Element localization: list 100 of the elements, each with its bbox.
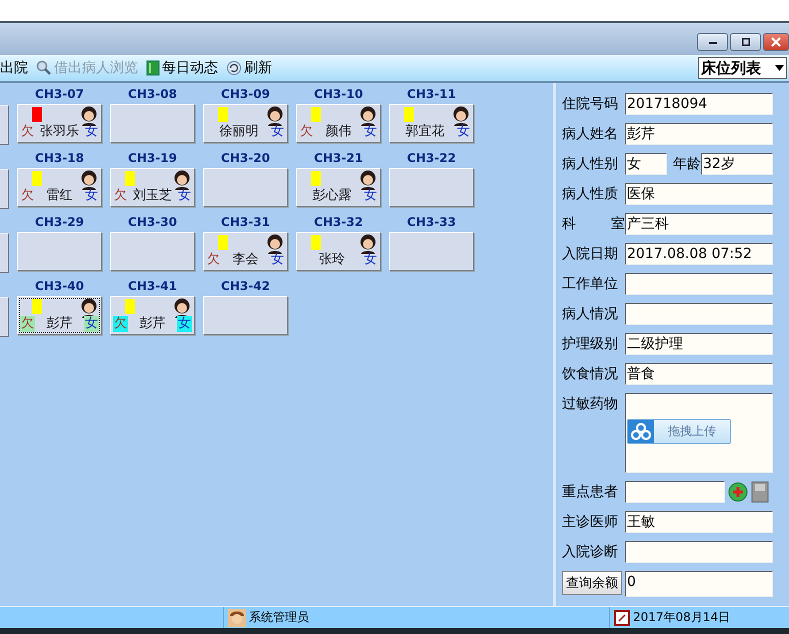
- toolbar-button[interactable]: 出院: [0, 59, 28, 77]
- bed-number: CH3-29: [35, 215, 84, 229]
- avatar-icon: [79, 170, 99, 190]
- input-field[interactable]: 普食: [625, 363, 773, 385]
- input-field[interactable]: 彭芹: [625, 123, 773, 145]
- input-field[interactable]: 王敏: [625, 511, 773, 533]
- sex-label: 女: [363, 124, 378, 140]
- owing-mark: 欠: [113, 316, 128, 332]
- bed-card[interactable]: 欠 李会 女: [203, 232, 288, 271]
- bed-number: CH3-10: [314, 87, 363, 101]
- bed-number: CH3-08: [128, 87, 177, 101]
- bed-card[interactable]: 徐丽明 女: [203, 104, 288, 143]
- toolbar-button[interactable]: 每日动态: [146, 59, 218, 77]
- bed-number: CH3-11: [407, 87, 456, 101]
- avatar-icon: [451, 106, 471, 126]
- bed-card[interactable]: 欠 彭芹 女: [110, 296, 195, 335]
- user-name: 系统管理员: [249, 609, 309, 626]
- maximize-button[interactable]: [730, 33, 761, 51]
- owing-mark: 欠: [20, 316, 35, 332]
- field-label: 住院号码: [562, 95, 619, 114]
- field-label: 病人姓名: [562, 125, 619, 144]
- bed-card[interactable]: 郭宜花 女: [389, 104, 474, 143]
- save-icon[interactable]: [751, 481, 769, 503]
- sex-label: 女: [84, 188, 99, 204]
- add-icon[interactable]: [728, 481, 748, 503]
- avatar-icon: [265, 234, 285, 254]
- sex-label: 女: [177, 188, 192, 204]
- cloud-icon: [628, 420, 654, 443]
- upload-button[interactable]: 拖拽上传: [627, 419, 731, 444]
- bed-number: CH3-19: [128, 151, 177, 165]
- bed-number: CH3-18: [35, 151, 84, 165]
- refresh-icon: [226, 60, 242, 76]
- input-field[interactable]: [625, 481, 725, 503]
- input-field[interactable]: 201718094: [625, 93, 773, 115]
- bed-card[interactable]: [0, 105, 9, 145]
- bed-number: CH3-40: [35, 279, 84, 293]
- input-field[interactable]: 医保: [625, 183, 773, 205]
- sex-label: 女: [177, 316, 192, 332]
- bed-card[interactable]: [0, 169, 9, 209]
- status-date: 2017年08月14日: [633, 609, 730, 626]
- input-field[interactable]: 2017.08.08 07:52: [625, 243, 773, 265]
- avatar-icon: [358, 170, 378, 190]
- bed-card[interactable]: [0, 297, 9, 337]
- query-balance-button[interactable]: 查询余额: [562, 571, 622, 595]
- patient-name: 郭宜花: [404, 124, 446, 140]
- bed-number: CH3-32: [314, 215, 363, 229]
- input-field[interactable]: 女: [625, 153, 667, 175]
- owing-mark: 欠: [206, 252, 221, 268]
- bed-number: CH3-42: [221, 279, 270, 293]
- field-label: 过敏药物: [562, 395, 619, 414]
- sex-label: 女: [270, 124, 285, 140]
- sex-label: 女: [84, 124, 99, 140]
- field-label: 病人情况: [562, 305, 619, 324]
- patient-name: 彭芹: [138, 316, 166, 332]
- bed-number: CH3-22: [407, 151, 456, 165]
- field-label: 护理级别: [562, 335, 619, 354]
- bed-card[interactable]: 欠 彭芹 女: [17, 296, 102, 335]
- minimize-icon: [708, 40, 716, 44]
- field-label: 入院日期: [562, 245, 619, 264]
- sex-label: 女: [270, 252, 285, 268]
- bed-card[interactable]: 张玲 女: [296, 232, 381, 271]
- bed-number: CH3-09: [221, 87, 270, 101]
- owing-mark: 欠: [20, 188, 35, 204]
- bed-number: CH3-30: [128, 215, 177, 229]
- bed-card[interactable]: 欠 颜伟 女: [296, 104, 381, 143]
- dropdown-arrow-icon: [775, 65, 784, 71]
- view-select[interactable]: 床位列表: [698, 57, 787, 79]
- input-field[interactable]: 产三科: [625, 213, 773, 235]
- input-field[interactable]: 二级护理: [625, 333, 773, 355]
- field-label: 主诊医师: [562, 513, 619, 532]
- input-field[interactable]: 0: [625, 571, 773, 597]
- field-label: 入院诊断: [562, 543, 619, 562]
- patient-name: 雷红: [46, 188, 74, 204]
- patient-name: 刘玉芝: [132, 188, 173, 204]
- bed-card[interactable]: 欠 雷红 女: [17, 168, 102, 207]
- bed-card[interactable]: [0, 233, 9, 273]
- bed-number: CH3-20: [221, 151, 270, 165]
- input-field[interactable]: [625, 303, 773, 325]
- close-button[interactable]: [763, 33, 789, 51]
- input-field[interactable]: [625, 541, 773, 563]
- input-field[interactable]: [625, 273, 773, 295]
- magnifier-icon: [36, 60, 52, 76]
- avatar-icon: [172, 170, 192, 190]
- sex-label: 女: [84, 316, 99, 332]
- input-field[interactable]: 拖拽上传: [625, 393, 773, 473]
- bed-card[interactable]: 欠 张羽乐 女: [17, 104, 102, 143]
- sex-label: 女: [456, 124, 471, 140]
- field-label: 病人性别: [562, 155, 619, 174]
- avatar-icon: [358, 234, 378, 254]
- patient-name: 李会: [232, 252, 260, 268]
- field-label: 重点患者: [562, 483, 619, 502]
- minimize-button[interactable]: [697, 33, 728, 51]
- bed-card[interactable]: 欠 刘玉芝 女: [110, 168, 195, 207]
- bed-card[interactable]: 彭心露 女: [296, 168, 381, 207]
- avatar-icon: [265, 106, 285, 126]
- field-label: 年龄: [672, 155, 701, 174]
- input-field[interactable]: 32岁: [701, 153, 773, 175]
- toolbar-button[interactable]: 刷新: [226, 59, 272, 77]
- maximize-icon: [742, 38, 750, 46]
- patient-name: 徐丽明: [218, 124, 260, 140]
